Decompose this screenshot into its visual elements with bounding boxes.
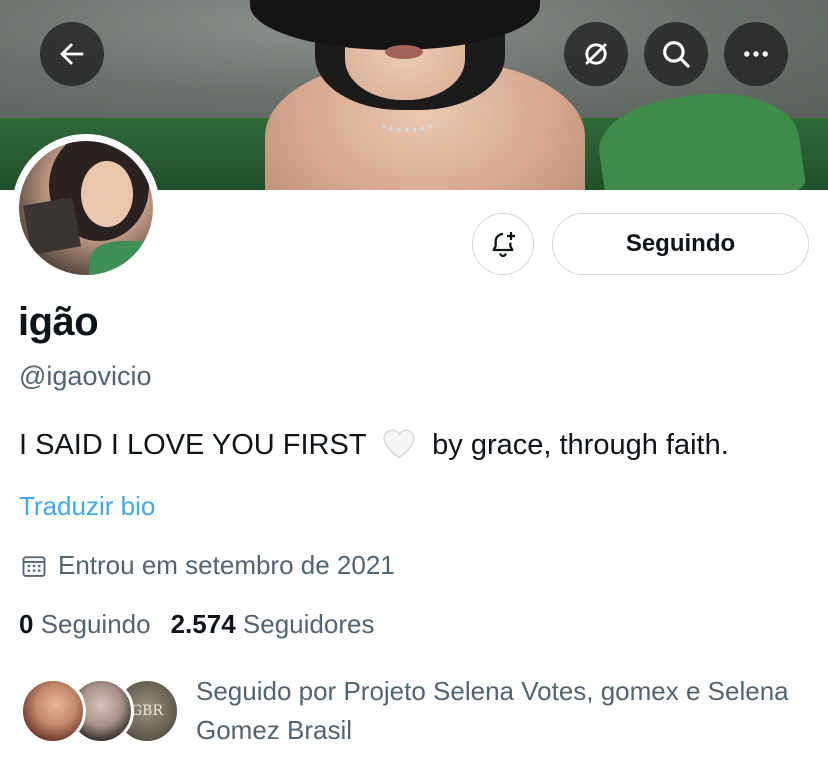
bio-text-end: by grace, through faith.	[432, 429, 729, 461]
calendar-icon	[22, 555, 46, 577]
hide-icon	[585, 43, 607, 65]
followers-stat[interactable]: 2.574 Seguidores	[171, 609, 375, 639]
search-icon	[663, 41, 690, 68]
followers-label: Seguidores	[242, 609, 375, 639]
avatar-album	[23, 197, 81, 255]
following-count: 0	[19, 609, 34, 639]
avatar-photo	[19, 141, 153, 275]
following-stat[interactable]: 0 Seguindo	[19, 609, 151, 639]
banner-necklace	[378, 112, 434, 132]
more-button[interactable]	[724, 22, 788, 86]
white-heart-icon	[383, 429, 415, 459]
arrow-left-icon	[60, 43, 84, 65]
mutual-avatar-text: GBR	[130, 703, 163, 719]
display-name: igão	[18, 300, 99, 344]
mutual-avatar	[20, 678, 86, 744]
avatar-face	[81, 161, 133, 227]
following-label: Seguindo	[40, 609, 151, 639]
avatar-shirt	[89, 241, 153, 275]
bell-plus-icon	[492, 232, 515, 258]
follow-stats: 0 Seguindo 2.574 Seguidores	[19, 609, 374, 640]
join-date-text: Entrou em setembro de 2021	[58, 550, 395, 580]
profile-avatar[interactable]	[12, 134, 160, 282]
bio-text-start: I SAID I LOVE YOU FIRST	[19, 429, 367, 461]
more-icon	[744, 51, 768, 57]
user-handle: @igaovicio	[19, 361, 152, 391]
followers-count: 2.574	[170, 609, 236, 639]
join-date: Entrou em setembro de 2021	[20, 550, 395, 581]
followed-by-text[interactable]: Seguido por Projeto Selena Votes, gomex …	[196, 672, 816, 750]
following-button[interactable]: Seguindo	[552, 213, 809, 275]
banner-lips	[385, 45, 423, 59]
search-button[interactable]	[644, 22, 708, 86]
notify-button[interactable]	[472, 213, 534, 275]
back-button[interactable]	[40, 22, 104, 86]
mutual-followers-avatars[interactable]: GBR	[20, 678, 180, 748]
profile-bio: I SAID I LOVE YOU FIRST by grace, throug…	[19, 428, 729, 462]
translate-bio-link[interactable]: Traduzir bio	[19, 491, 155, 522]
hide-button[interactable]	[564, 22, 628, 86]
